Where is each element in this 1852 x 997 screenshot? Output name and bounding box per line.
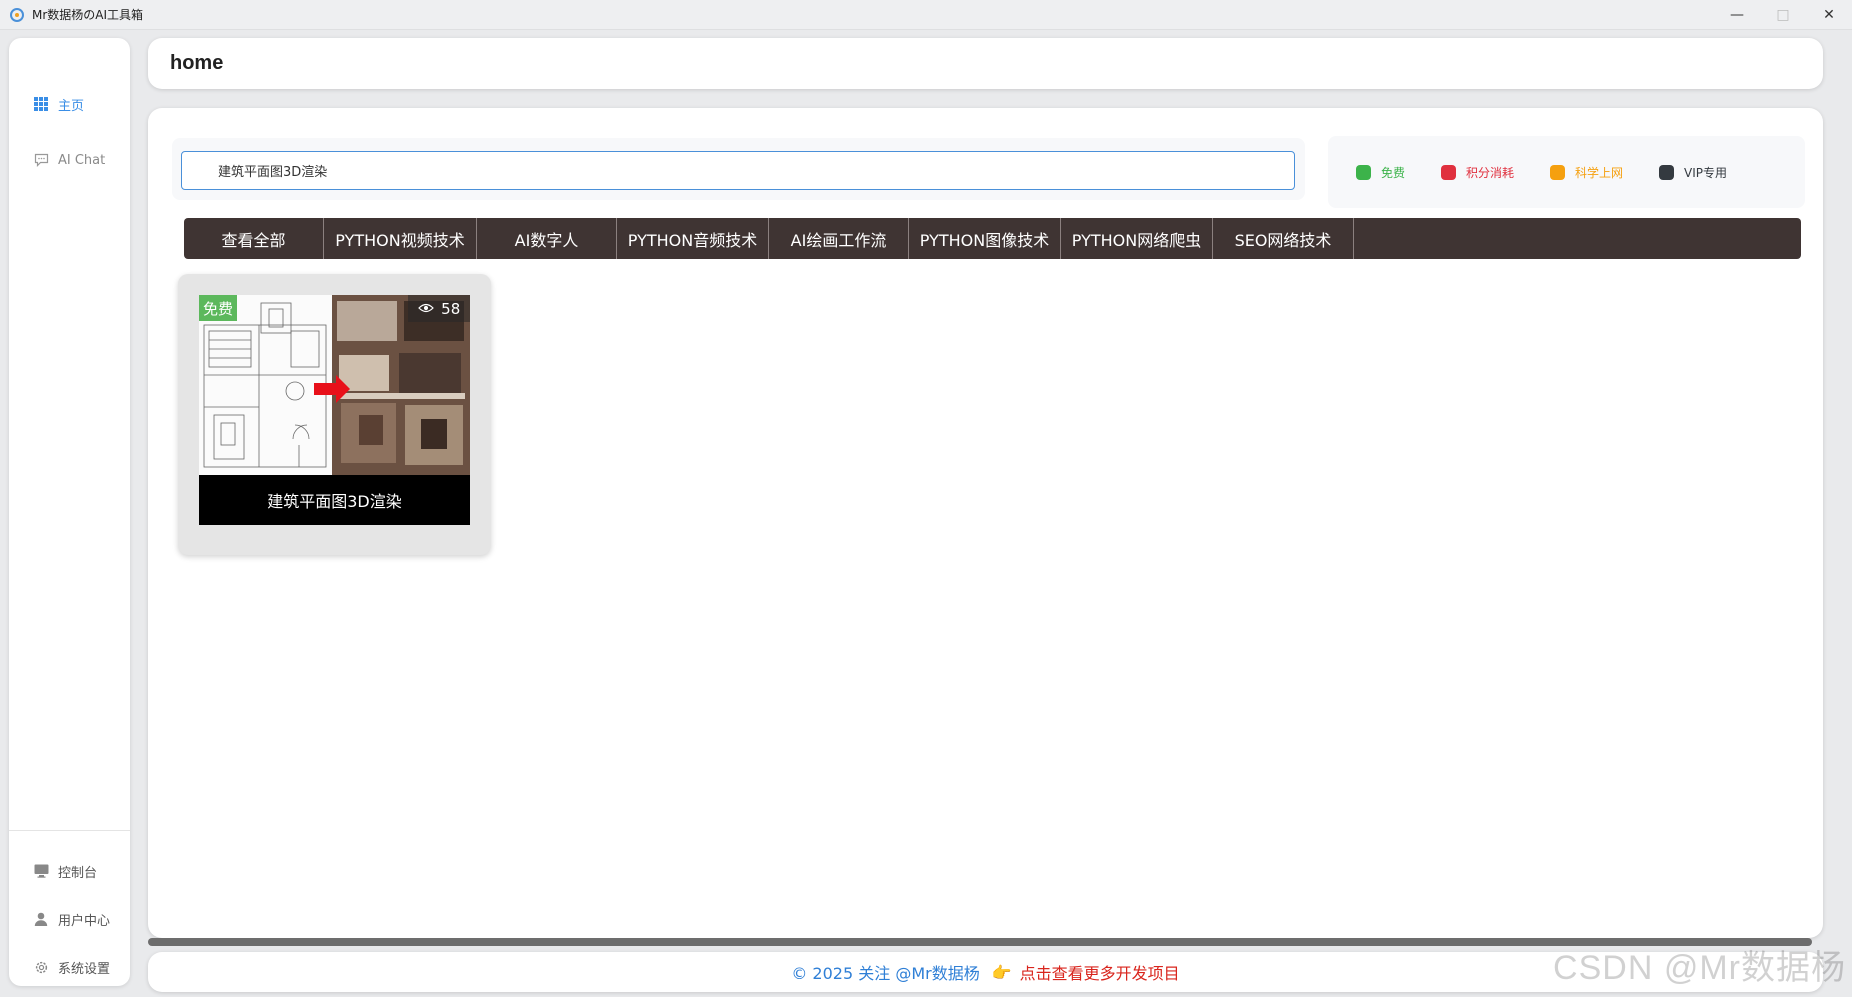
main-panel: 免费 积分消耗 科学上网 VIP专用 查看全部 PYTHON视频技术 AI数字人… bbox=[148, 108, 1823, 938]
page-title: home bbox=[170, 52, 224, 74]
window-title: Mr数据杨のAI工具箱 bbox=[32, 8, 144, 22]
sidebar: 主页 AI Chat 控制台 用户中心 系统设置 bbox=[9, 38, 130, 986]
search-input[interactable] bbox=[181, 151, 1295, 190]
sidebar-item-label: 主页 bbox=[58, 98, 85, 114]
card-thumbnail bbox=[199, 295, 470, 475]
legend-item-vip: VIP专用 bbox=[1659, 164, 1727, 181]
legend-swatch bbox=[1356, 164, 1371, 180]
search-container bbox=[172, 138, 1305, 200]
chat-icon bbox=[33, 152, 49, 168]
close-button[interactable]: ✕ bbox=[1806, 0, 1852, 30]
sidebar-item-user-center[interactable]: 用户中心 bbox=[9, 902, 130, 936]
sidebar-item-label: 用户中心 bbox=[58, 913, 111, 929]
watermark: CSDN @Mr数据杨 bbox=[1553, 949, 1846, 987]
category-tabs: 查看全部 PYTHON视频技术 AI数字人 PYTHON音频技术 AI绘画工作流… bbox=[184, 218, 1801, 259]
tab-ai-digital-human[interactable]: AI数字人 bbox=[477, 218, 617, 259]
legend-swatch bbox=[1550, 164, 1566, 180]
sidebar-item-console[interactable]: 控制台 bbox=[9, 854, 130, 888]
tab-python-image[interactable]: PYTHON图像技术 bbox=[909, 218, 1061, 259]
sidebar-item-ai-chat[interactable]: AI Chat bbox=[9, 143, 130, 177]
minimize-button[interactable]: — bbox=[1714, 0, 1760, 30]
tab-python-crawler[interactable]: PYTHON网络爬虫 bbox=[1061, 218, 1213, 259]
legend-item-points: 积分消耗 bbox=[1441, 164, 1514, 181]
legend-item-vpn: 科学上网 bbox=[1550, 164, 1623, 181]
grid-icon bbox=[33, 96, 49, 112]
user-icon bbox=[33, 911, 49, 927]
tool-card[interactable]: 免费 58 建筑平面图3D渲染 bbox=[178, 274, 491, 555]
legend-label: 积分消耗 bbox=[1466, 165, 1515, 180]
pointing-hand-icon: 👉 bbox=[991, 962, 1012, 982]
maximize-button[interactable]: □ bbox=[1760, 0, 1806, 30]
legend-swatch bbox=[1659, 164, 1675, 180]
legend-label: 免费 bbox=[1381, 165, 1406, 180]
gear-icon bbox=[33, 959, 49, 975]
app-logo-icon bbox=[10, 7, 24, 22]
sidebar-item-label: 控制台 bbox=[58, 865, 98, 881]
free-badge: 免费 bbox=[199, 295, 237, 321]
tag-legend: 免费 积分消耗 科学上网 VIP专用 bbox=[1328, 136, 1805, 208]
card-title: 建筑平面图3D渲染 bbox=[199, 475, 470, 525]
tab-seo[interactable]: SEO网络技术 bbox=[1213, 218, 1354, 259]
footer-copyright[interactable]: © 2025 关注 @Mr数据杨 bbox=[791, 960, 979, 984]
tab-python-audio[interactable]: PYTHON音频技术 bbox=[617, 218, 769, 259]
sidebar-item-label: AI Chat bbox=[58, 152, 106, 168]
monitor-icon bbox=[33, 863, 49, 879]
tab-python-video[interactable]: PYTHON视频技术 bbox=[324, 218, 477, 259]
footer-more-projects-link[interactable]: 点击查看更多开发项目 bbox=[1020, 960, 1180, 984]
eye-icon bbox=[417, 300, 434, 318]
sidebar-item-home[interactable]: 主页 bbox=[9, 87, 130, 121]
header-bar: home bbox=[148, 38, 1823, 89]
legend-label: 科学上网 bbox=[1575, 165, 1624, 180]
legend-swatch bbox=[1441, 164, 1457, 180]
window-titlebar: Mr数据杨のAI工具箱 — □ ✕ bbox=[0, 0, 1852, 30]
legend-item-free: 免费 bbox=[1356, 164, 1405, 181]
tab-all[interactable]: 查看全部 bbox=[184, 218, 324, 259]
legend-label: VIP专用 bbox=[1684, 165, 1728, 180]
sidebar-item-settings[interactable]: 系统设置 bbox=[9, 950, 130, 984]
window-controls: — □ ✕ bbox=[1714, 0, 1852, 30]
sidebar-divider bbox=[9, 830, 130, 831]
tab-ai-painting[interactable]: AI绘画工作流 bbox=[769, 218, 909, 259]
view-count-value: 58 bbox=[441, 299, 461, 318]
view-count: 58 bbox=[408, 295, 470, 322]
sidebar-item-label: 系统设置 bbox=[58, 961, 111, 977]
